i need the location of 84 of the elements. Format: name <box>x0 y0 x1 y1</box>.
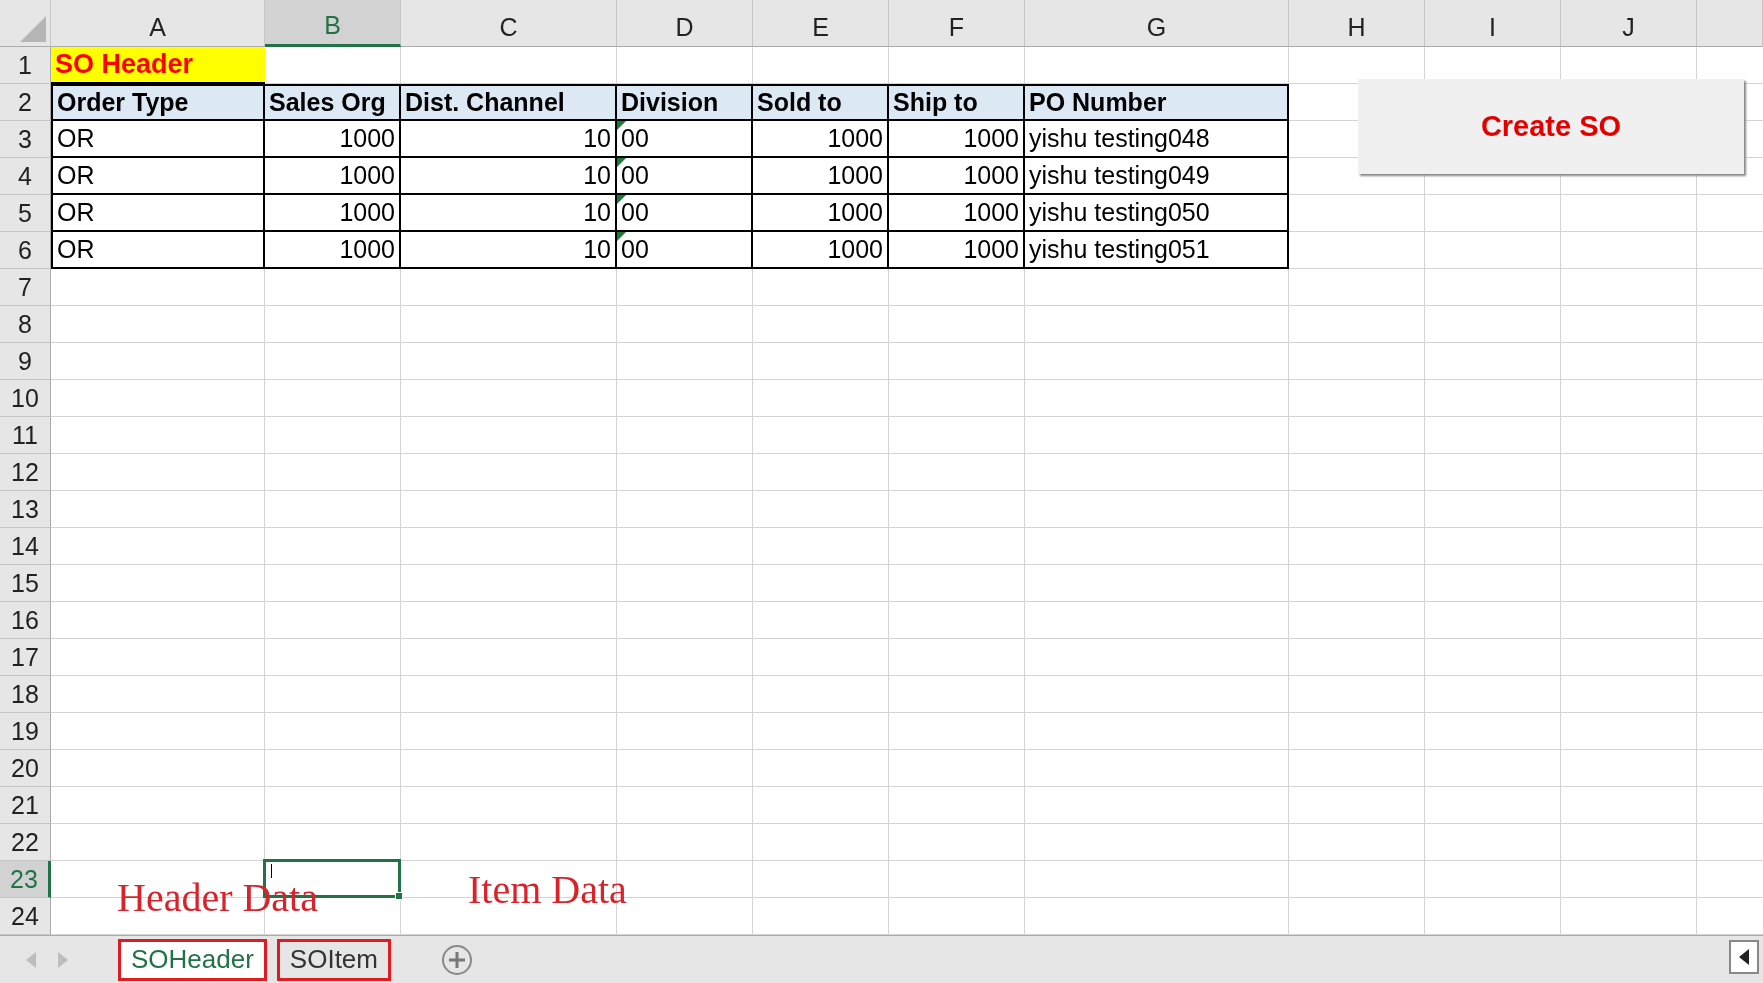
add-sheet-icon[interactable] <box>441 943 473 976</box>
table-header-cell: Ship to <box>889 84 1025 121</box>
table-cell: 1000 <box>889 121 1025 158</box>
table-cell: 10 <box>401 232 617 269</box>
table-header-cell: Sold to <box>753 84 889 121</box>
create-so-button[interactable]: Create SO <box>1358 79 1744 174</box>
column-header[interactable]: G <box>1025 0 1289 47</box>
text-cursor <box>271 864 272 878</box>
left-arrow-icon <box>1739 949 1749 965</box>
table-header-cell: Division <box>617 84 753 121</box>
column-header[interactable]: B <box>265 0 401 47</box>
table-cell: 1000 <box>265 195 401 232</box>
row-header[interactable]: 24 <box>0 898 51 935</box>
column-header[interactable]: E <box>753 0 889 47</box>
scroll-left-button[interactable] <box>1729 940 1759 974</box>
fill-handle[interactable] <box>395 892 403 900</box>
table-cell: yishu testing051 <box>1025 232 1289 269</box>
table-cell: 00 <box>617 232 753 269</box>
row-header[interactable]: 8 <box>0 306 51 343</box>
row-header[interactable]: 6 <box>0 232 51 269</box>
row-header[interactable]: 15 <box>0 565 51 602</box>
row-header[interactable]: 21 <box>0 787 51 824</box>
column-header[interactable]: H <box>1289 0 1425 47</box>
row-header[interactable]: 3 <box>0 121 51 158</box>
row-header[interactable]: 1 <box>0 47 51 84</box>
table-cell: 10 <box>401 121 617 158</box>
table-cell: 00 <box>617 158 753 195</box>
column-header[interactable] <box>1697 0 1763 47</box>
row-header[interactable]: 5 <box>0 195 51 232</box>
corner-triangle-icon <box>617 158 626 167</box>
table-header-cell: Dist. Channel <box>401 84 617 121</box>
table-header-cell: Sales Org <box>265 84 401 121</box>
table-cell: 1000 <box>753 195 889 232</box>
table-cell: 1000 <box>753 121 889 158</box>
column-header[interactable]: C <box>401 0 617 47</box>
sheet-tab[interactable]: SOHeader <box>118 938 267 981</box>
table-cell: 1000 <box>265 232 401 269</box>
table-cell: OR <box>51 195 265 232</box>
column-header[interactable]: I <box>1425 0 1561 47</box>
row-header[interactable]: 20 <box>0 750 51 787</box>
sheet-tab[interactable]: SOItem <box>276 938 391 981</box>
row-header[interactable]: 4 <box>0 158 51 195</box>
table-cell: yishu testing049 <box>1025 158 1289 195</box>
table-cell: yishu testing048 <box>1025 121 1289 158</box>
table-cell: 1000 <box>753 158 889 195</box>
table-cell: 1000 <box>753 232 889 269</box>
row-header[interactable]: 9 <box>0 343 51 380</box>
table-cell: OR <box>51 158 265 195</box>
row-header[interactable]: 17 <box>0 639 51 676</box>
table-header-cell: PO Number <box>1025 84 1289 121</box>
annotation-text: Item Data <box>468 872 627 908</box>
corner-triangle-icon <box>617 121 626 130</box>
column-header[interactable]: F <box>889 0 1025 47</box>
corner-triangle-icon <box>617 195 626 204</box>
table-cell: 10 <box>401 158 617 195</box>
column-header[interactable]: J <box>1561 0 1697 47</box>
row-header[interactable]: 18 <box>0 676 51 713</box>
table-cell: 10 <box>401 195 617 232</box>
row-header[interactable]: 10 <box>0 380 51 417</box>
row-header[interactable]: 12 <box>0 454 51 491</box>
row-header[interactable]: 2 <box>0 84 51 121</box>
title-cell: SO Header <box>51 47 265 84</box>
table-cell: 00 <box>617 195 753 232</box>
row-header[interactable]: 19 <box>0 713 51 750</box>
column-header[interactable]: D <box>617 0 753 47</box>
table-cell: 00 <box>617 121 753 158</box>
table-cell: OR <box>51 121 265 158</box>
row-header[interactable]: 7 <box>0 269 51 306</box>
row-header[interactable]: 16 <box>0 602 51 639</box>
row-header[interactable]: 14 <box>0 528 51 565</box>
table-cell: 1000 <box>265 158 401 195</box>
row-header[interactable]: 13 <box>0 491 51 528</box>
row-header[interactable]: 23 <box>0 861 51 898</box>
table-cell: 1000 <box>265 121 401 158</box>
table-cell: 1000 <box>889 195 1025 232</box>
table-cell: 1000 <box>889 158 1025 195</box>
corner-triangle-icon <box>617 232 626 241</box>
table-cell: OR <box>51 232 265 269</box>
table-cell: 1000 <box>889 232 1025 269</box>
row-header[interactable]: 11 <box>0 417 51 454</box>
table-cell: yishu testing050 <box>1025 195 1289 232</box>
column-header[interactable]: A <box>51 0 265 47</box>
table-header-cell: Order Type <box>51 84 265 121</box>
row-header[interactable]: 22 <box>0 824 51 861</box>
